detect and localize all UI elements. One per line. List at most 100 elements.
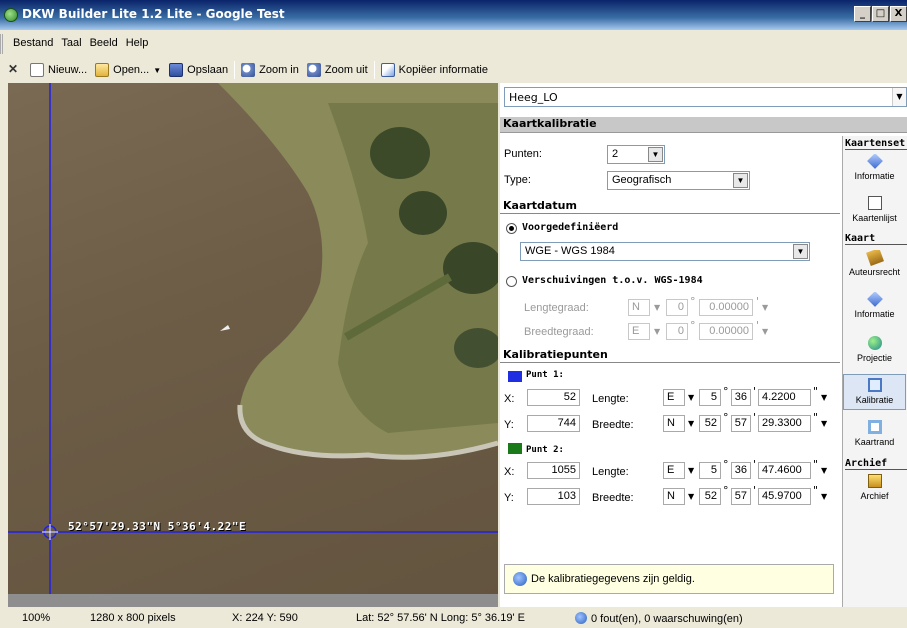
- shift-lat-deg: 0: [666, 323, 688, 340]
- minute-sign: ': [756, 295, 760, 308]
- new-button[interactable]: Nieuw...: [26, 61, 91, 79]
- minimize-button[interactable]: _: [854, 6, 871, 22]
- punt1-lat-min[interactable]: 57: [731, 415, 751, 432]
- minute-sign: ': [753, 484, 757, 497]
- open-button[interactable]: Open... ▼: [91, 61, 165, 79]
- punt2-lon-hemi[interactable]: E: [663, 462, 685, 479]
- copy-info-label: Kopiëer informatie: [398, 64, 488, 76]
- chevron-down-icon[interactable]: ▼: [688, 393, 694, 402]
- window-controls: _ □ X: [853, 6, 907, 22]
- navigation-rail: Kaartenset Informatie Kaartenlijst Kaart…: [842, 136, 907, 607]
- chevron-down-icon[interactable]: ▼: [892, 88, 906, 106]
- punt2-breedte-label: Breedte:: [592, 492, 634, 504]
- menu-help[interactable]: Help: [122, 34, 153, 54]
- menu-bestand[interactable]: Bestand: [9, 34, 57, 54]
- shift-lon-deg: 0: [666, 299, 688, 316]
- boat-icon: [220, 325, 230, 331]
- second-sign: ": [813, 458, 819, 471]
- type-select[interactable]: Geografisch ▼: [607, 171, 750, 190]
- punten-select[interactable]: 2 ▼: [607, 145, 665, 164]
- chevron-down-icon[interactable]: ▼: [688, 466, 694, 475]
- datum-select[interactable]: WGE - WGS 1984 ▼: [520, 242, 810, 261]
- close-button[interactable]: X: [890, 6, 907, 22]
- globe-icon: [867, 336, 882, 350]
- map-horizontal-scrollbar[interactable]: [8, 594, 498, 607]
- rail-item-label: Kaartenlijst: [852, 213, 897, 223]
- predefined-radio[interactable]: [506, 223, 517, 234]
- punt1-lon-min[interactable]: 36: [731, 389, 751, 406]
- copy-info-button[interactable]: Kopiëer informatie: [377, 61, 492, 79]
- rail-item-kalibratie[interactable]: Kalibratie: [843, 374, 906, 410]
- degree-sign: °: [723, 411, 729, 424]
- chevron-down-icon[interactable]: ▼: [821, 393, 827, 402]
- title-bar: DKW Builder Lite 1.2 Lite - Google Test …: [0, 0, 907, 30]
- menu-taal[interactable]: Taal: [57, 34, 85, 54]
- zoom-in-label: Zoom in: [259, 64, 299, 76]
- new-label: Nieuw...: [48, 64, 88, 76]
- type-value: Geografisch: [612, 174, 672, 186]
- rail-item-archief[interactable]: Archief: [843, 474, 906, 501]
- chevron-down-icon[interactable]: ▼: [688, 419, 694, 428]
- rail-item-auteursrecht[interactable]: Auteursrecht: [843, 250, 906, 277]
- punt2-lat-deg[interactable]: 52: [699, 488, 721, 505]
- chevron-down-icon: ▼: [153, 65, 162, 75]
- chevron-down-icon: ▼: [733, 173, 748, 188]
- punt2-lat-sec[interactable]: 45.9700: [758, 488, 811, 505]
- punt2-y-input[interactable]: 103: [527, 488, 580, 505]
- kaart-header: Kaart: [845, 233, 907, 245]
- punt1-lon-deg[interactable]: 5: [699, 389, 721, 406]
- chevron-down-icon[interactable]: ▼: [821, 466, 827, 475]
- chevron-down-icon[interactable]: ▼: [821, 492, 827, 501]
- punt1-lat-deg[interactable]: 52: [699, 415, 721, 432]
- chevron-down-icon[interactable]: ▼: [821, 419, 827, 428]
- list-icon: [867, 196, 882, 210]
- save-button[interactable]: Opslaan: [165, 61, 232, 79]
- punt1-lat-hemi[interactable]: N: [663, 415, 685, 432]
- chevron-down-icon: ▼: [654, 327, 661, 336]
- maximize-button[interactable]: □: [872, 6, 889, 22]
- minute-sign: ': [753, 458, 757, 471]
- punt1-lat-sec[interactable]: 29.3300: [758, 415, 811, 432]
- chevron-down-icon: ▼: [654, 303, 661, 312]
- chevron-down-icon[interactable]: ▼: [688, 492, 694, 501]
- punt2-lon-deg[interactable]: 5: [699, 462, 721, 479]
- status-image-size: 1280 x 800 pixels: [90, 612, 176, 624]
- degree-sign: °: [723, 385, 729, 398]
- punt2-lat-min[interactable]: 57: [731, 488, 751, 505]
- rail-item-informatie-set[interactable]: Informatie: [843, 154, 906, 181]
- zoom-out-button[interactable]: Zoom uit: [303, 61, 372, 79]
- frame-icon: [867, 420, 882, 434]
- rail-item-informatie-kaart[interactable]: Informatie: [843, 292, 906, 319]
- shift-radio[interactable]: [506, 276, 517, 287]
- toolbar-close-button[interactable]: ✕: [4, 61, 26, 79]
- zoom-in-button[interactable]: Zoom in: [237, 61, 303, 79]
- rail-item-kaartenlijst[interactable]: Kaartenlijst: [843, 196, 906, 223]
- info-icon: [866, 292, 883, 307]
- punt1-lon-hemi[interactable]: E: [663, 389, 685, 406]
- second-sign: ": [813, 385, 819, 398]
- rail-item-label: Informatie: [854, 309, 895, 319]
- map-selector[interactable]: Heeg_LO ▼: [504, 87, 907, 107]
- type-label: Type:: [504, 174, 531, 186]
- punt1-x-input[interactable]: 52: [527, 389, 580, 406]
- kalibratiepunten-header: Kalibratiepunten: [500, 348, 840, 363]
- rail-item-label: Projectie: [856, 353, 892, 363]
- kaartkalibratie-header: Kaartkalibratie: [500, 117, 907, 133]
- rail-item-kaartrand[interactable]: Kaartrand: [843, 420, 906, 447]
- punt2-lat-hemi[interactable]: N: [663, 488, 685, 505]
- rail-item-label: Archief: [860, 491, 889, 501]
- punt1-lon-sec[interactable]: 4.2200: [758, 389, 811, 406]
- menu-beeld[interactable]: Beeld: [86, 34, 122, 54]
- map-canvas[interactable]: 52°57'29.33"N 5°36'4.22"E: [8, 83, 498, 607]
- punt2-lon-sec[interactable]: 47.4600: [758, 462, 811, 479]
- punt2-x-input[interactable]: 1055: [527, 462, 580, 479]
- punt1-breedte-label: Breedte:: [592, 419, 634, 431]
- kaartenset-header: Kaartenset: [845, 138, 907, 150]
- rail-item-projectie[interactable]: Projectie: [843, 336, 906, 363]
- punt1-y-input[interactable]: 744: [527, 415, 580, 432]
- punt2-color-swatch: [508, 443, 522, 454]
- app-icon: [4, 8, 18, 22]
- toolbar-separator: [373, 61, 375, 79]
- punt2-lon-min[interactable]: 36: [731, 462, 751, 479]
- info-icon: [575, 612, 587, 624]
